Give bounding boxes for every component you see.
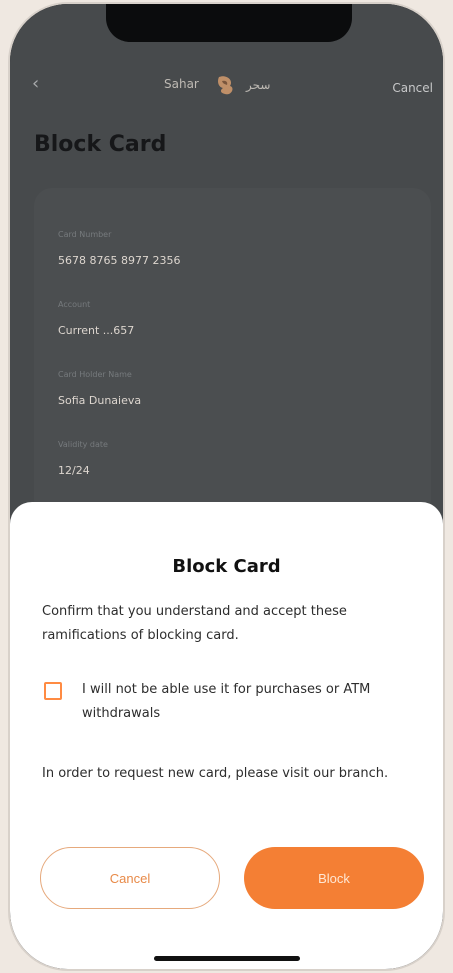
modal-title: Block Card <box>172 556 281 577</box>
phone-frame: ‹ Sahar سحر Cancel Block Card Card Numbe… <box>10 4 443 969</box>
checkbox-label: I will not be able use it for purchases … <box>82 682 371 721</box>
phone-notch <box>106 4 352 42</box>
sahar-logo: Sahar سحر <box>164 70 304 104</box>
cancel-button[interactable]: Cancel <box>40 847 220 909</box>
card-number-label: Card Number <box>58 230 112 239</box>
home-indicator <box>154 956 300 961</box>
card-number-value: 5678 8765 8977 2356 <box>58 254 181 267</box>
card-details-panel: Card Number 5678 8765 8977 2356 Account … <box>34 188 431 518</box>
ramifications-checkbox[interactable] <box>44 682 62 700</box>
block-button[interactable]: Block <box>244 847 424 909</box>
logo-arabic-text: سحر <box>246 78 271 92</box>
modal-message: Confirm that you understand and accept t… <box>42 604 347 643</box>
account-label: Account <box>58 300 91 309</box>
branch-note: In order to request new card, please vis… <box>42 766 389 781</box>
logo-text: Sahar <box>164 77 199 91</box>
sahar-logo-icon <box>218 76 233 95</box>
validity-date-value: 12/24 <box>58 464 90 477</box>
page-title: Block Card <box>34 132 167 157</box>
card-holder-name-value: Sofia Dunaieva <box>58 394 142 407</box>
validity-date-label: Validity date <box>58 440 108 449</box>
chevron-left-icon[interactable]: ‹ <box>32 75 46 93</box>
top-navigation: ‹ Sahar سحر Cancel <box>10 62 443 118</box>
block-card-bottom-sheet: Block Card Confirm that you understand a… <box>10 502 443 969</box>
card-holder-name-label: Card Holder Name <box>58 370 132 379</box>
account-value: Current ...657 <box>58 324 135 337</box>
top-cancel-link[interactable]: Cancel <box>392 81 433 95</box>
